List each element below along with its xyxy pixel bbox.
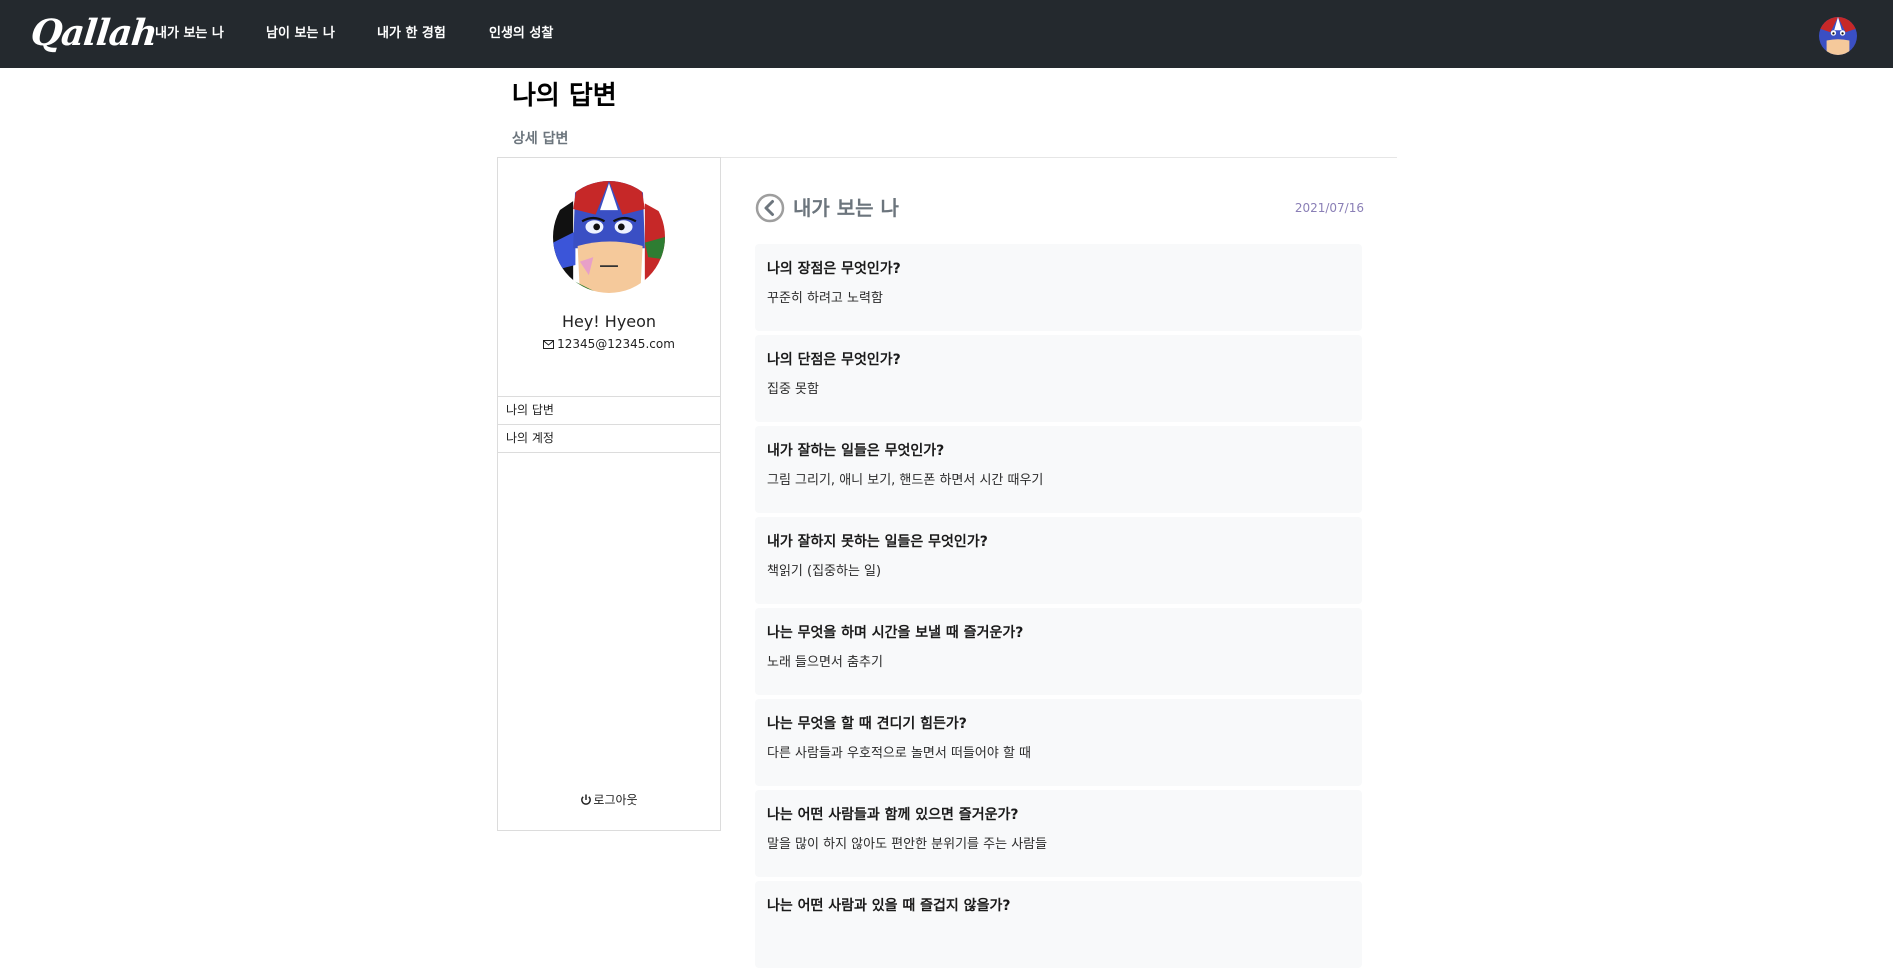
nav-link-life-reflection[interactable]: 인생의 성찰	[489, 25, 553, 43]
qa-question: 나는 어떤 사람과 있을 때 즐겁지 않을가?	[767, 898, 1011, 914]
qa-answer: 집중 못함	[767, 382, 819, 397]
profile-name: Hey! Hyeon	[561, 312, 657, 331]
qa-answer: 꾸준히 하려고 노력함	[767, 291, 883, 306]
qa-question: 나의 단점은 무엇인가?	[767, 352, 901, 368]
qa-answer: 책읽기 (집중하는 일)	[767, 564, 882, 579]
sidebar-item-my-account[interactable]: 나의 계정	[498, 424, 720, 453]
back-button[interactable]	[755, 193, 785, 223]
answer-date: 2021/07/16	[1294, 201, 1364, 215]
sidebar-item-my-answers[interactable]: 나의 답변	[498, 396, 720, 424]
qa-card: 나는 무엇을 하며 시간을 보낼 때 즐거운가? 노래 들으면서 춤추기	[755, 608, 1362, 695]
qa-question: 내가 잘하는 일들은 무엇인가?	[767, 443, 945, 459]
envelope-icon	[543, 336, 555, 354]
qa-card: 나의 단점은 무엇인가? 집중 못함	[755, 335, 1362, 422]
qa-answer: 말을 많이 하지 않아도 편안한 분위기를 주는 사람들	[767, 837, 1048, 852]
profile-sidebar: Hey! Hyeon 12345@12345.com 나의 답변 나의 계정 로…	[497, 157, 721, 831]
chevron-left-circle-icon	[755, 193, 785, 227]
qa-card: 나는 어떤 사람과 있을 때 즐겁지 않을가?	[755, 881, 1362, 968]
nav-link-self-view[interactable]: 내가 보는 나	[155, 25, 224, 43]
qa-question: 내가 잘하지 못하는 일들은 무엇인가?	[767, 534, 988, 550]
qa-list: 나의 장점은 무엇인가? 꾸준히 하려고 노력함 나의 단점은 무엇인가? 집중…	[755, 244, 1362, 972]
section-title: 내가 보는 나	[793, 196, 899, 220]
qa-question: 나의 장점은 무엇인가?	[767, 261, 901, 277]
qa-answer: 노래 들으면서 춤추기	[767, 655, 883, 670]
power-icon	[580, 793, 592, 811]
qa-card: 내가 잘하는 일들은 무엇인가? 그림 그리기, 애니 보기, 핸드폰 하면서 …	[755, 426, 1362, 513]
page-title: 나의 답변	[512, 81, 617, 111]
nav-link-experiences[interactable]: 내가 한 경험	[377, 25, 446, 43]
qa-answer: 그림 그리기, 애니 보기, 핸드폰 하면서 시간 때우기	[767, 473, 1044, 488]
logout-button[interactable]: 로그아웃	[498, 791, 720, 811]
sidebar-menu: 나의 답변 나의 계정	[498, 396, 720, 453]
qa-question: 나는 무엇을 할 때 견디기 힘든가?	[767, 716, 967, 732]
profile-avatar	[553, 181, 665, 293]
qa-card: 나는 어떤 사람들과 함께 있으면 즐거운가? 말을 많이 하지 않아도 편안한…	[755, 790, 1362, 877]
profile-email: 12345@12345.com	[557, 337, 675, 351]
user-avatar-icon[interactable]	[1819, 17, 1857, 55]
nav-link-others-view[interactable]: 남이 보는 나	[266, 25, 335, 43]
qa-question: 나는 어떤 사람들과 함께 있으면 즐거운가?	[767, 807, 1019, 823]
profile-email-row: 12345@12345.com	[498, 335, 720, 354]
page-subtitle: 상세 답변	[512, 131, 569, 147]
brand-logo[interactable]: Qallah	[28, 8, 159, 58]
qa-card: 내가 잘하지 못하는 일들은 무엇인가? 책읽기 (집중하는 일)	[755, 517, 1362, 604]
qa-question: 나는 무엇을 하며 시간을 보낼 때 즐거운가?	[767, 625, 1024, 641]
qa-card: 나는 무엇을 할 때 견디기 힘든가? 다른 사람들과 우호적으로 놀면서 떠들…	[755, 699, 1362, 786]
top-navbar: Qallah 내가 보는 나 남이 보는 나 내가 한 경험 인생의 성찰	[0, 0, 1893, 68]
qa-card: 나의 장점은 무엇인가? 꾸준히 하려고 노력함	[755, 244, 1362, 331]
logout-label: 로그아웃	[593, 793, 638, 807]
qa-answer: 다른 사람들과 우호적으로 놀면서 떠들어야 할 때	[767, 746, 1031, 761]
